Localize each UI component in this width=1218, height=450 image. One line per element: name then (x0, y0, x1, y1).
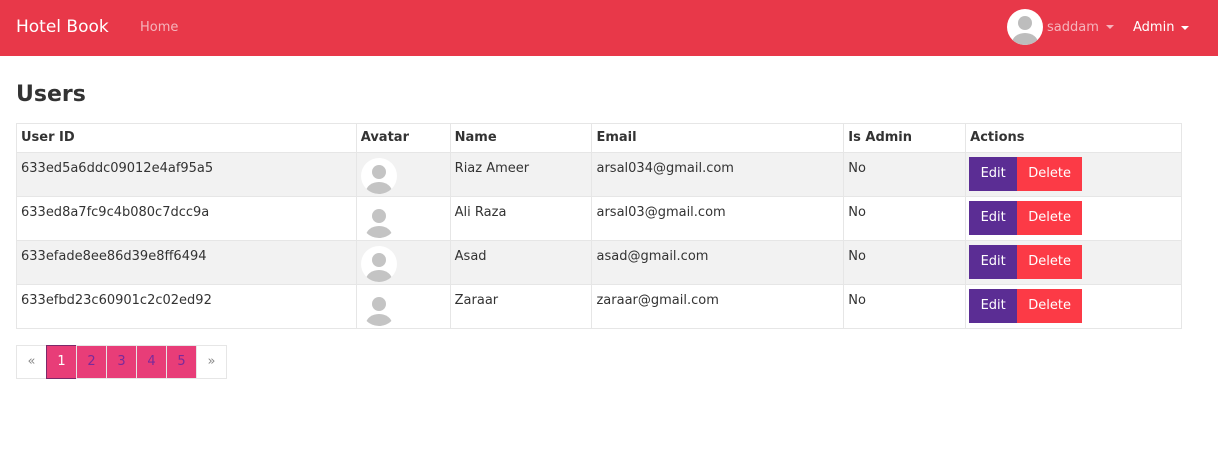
pagination: « 1 2 3 4 5 » (16, 345, 227, 379)
header-is-admin: Is Admin (843, 123, 967, 153)
pagination-page-3[interactable]: 3 (106, 345, 137, 379)
cell-email: arsal034@gmail.com (591, 152, 845, 197)
edit-button[interactable]: Edit (969, 245, 1018, 279)
user-avatar-icon (1007, 9, 1043, 45)
cell-is-admin: No (843, 152, 967, 197)
cell-user-id: 633ed5a6ddc09012e4af95a5 (16, 152, 357, 197)
cell-name: Ali Raza (449, 196, 593, 241)
user-name: saddam (1047, 19, 1099, 35)
brand-logo[interactable]: Hotel Book (16, 16, 109, 38)
header-avatar: Avatar (355, 123, 451, 153)
table-row: 633ed5a6ddc09012e4af95a5 Riaz Ameer arsa… (16, 152, 1182, 197)
cell-name: Zaraar (449, 284, 593, 329)
cell-user-id: 633efade8ee86d39e8ff6494 (16, 240, 357, 285)
edit-button[interactable]: Edit (969, 157, 1018, 191)
user-avatar-icon (360, 202, 397, 238)
page-title: Users (16, 82, 86, 107)
delete-button[interactable]: Delete (1017, 201, 1083, 235)
header-user-id: User ID (16, 123, 357, 153)
caret-down-icon (1181, 26, 1190, 30)
delete-button[interactable]: Delete (1017, 289, 1083, 323)
delete-button[interactable]: Delete (1017, 157, 1083, 191)
delete-button[interactable]: Delete (1017, 245, 1083, 279)
cell-is-admin: No (843, 284, 967, 329)
edit-button[interactable]: Edit (969, 289, 1018, 323)
user-avatar-icon (360, 158, 397, 194)
nav-home-link[interactable]: Home (140, 19, 178, 37)
pagination-page-4[interactable]: 4 (136, 345, 167, 379)
table-row: 633efbd23c60901c2c02ed92 Zaraar zaraar@g… (16, 284, 1182, 329)
admin-menu-label: Admin (1133, 20, 1175, 35)
edit-button[interactable]: Edit (969, 201, 1018, 235)
table-row: 633ed8a7fc9c4b080c7dcc9a Ali Raza arsal0… (16, 196, 1182, 241)
cell-email: asad@gmail.com (591, 240, 845, 285)
cell-user-id: 633efbd23c60901c2c02ed92 (16, 284, 357, 329)
navbar: Hotel Book Home saddam Admin (0, 0, 1218, 56)
header-name: Name (449, 123, 593, 153)
header-email: Email (591, 123, 845, 153)
pagination-prev[interactable]: « (16, 345, 47, 379)
cell-name: Asad (449, 240, 593, 285)
cell-user-id: 633ed8a7fc9c4b080c7dcc9a (16, 196, 357, 241)
user-menu[interactable]: saddam (1007, 9, 1114, 45)
header-actions: Actions (965, 123, 1182, 153)
cell-email: zaraar@gmail.com (591, 284, 845, 329)
cell-name: Riaz Ameer (449, 152, 593, 197)
admin-menu[interactable]: Admin (1133, 19, 1190, 37)
user-avatar-icon (360, 246, 397, 282)
pagination-page-2[interactable]: 2 (76, 345, 107, 379)
user-avatar-icon (360, 290, 397, 326)
cell-email: arsal03@gmail.com (591, 196, 845, 241)
caret-down-icon (1105, 25, 1114, 29)
cell-is-admin: No (843, 240, 967, 285)
pagination-page-5[interactable]: 5 (166, 345, 197, 379)
table-row: 633efade8ee86d39e8ff6494 Asad asad@gmail… (16, 240, 1182, 285)
pagination-page-1[interactable]: 1 (46, 345, 77, 379)
table-header-row: User ID Avatar Name Email Is Admin Actio… (16, 123, 1182, 153)
cell-is-admin: No (843, 196, 967, 241)
users-table: User ID Avatar Name Email Is Admin Actio… (16, 123, 1182, 329)
pagination-next[interactable]: » (196, 345, 227, 379)
